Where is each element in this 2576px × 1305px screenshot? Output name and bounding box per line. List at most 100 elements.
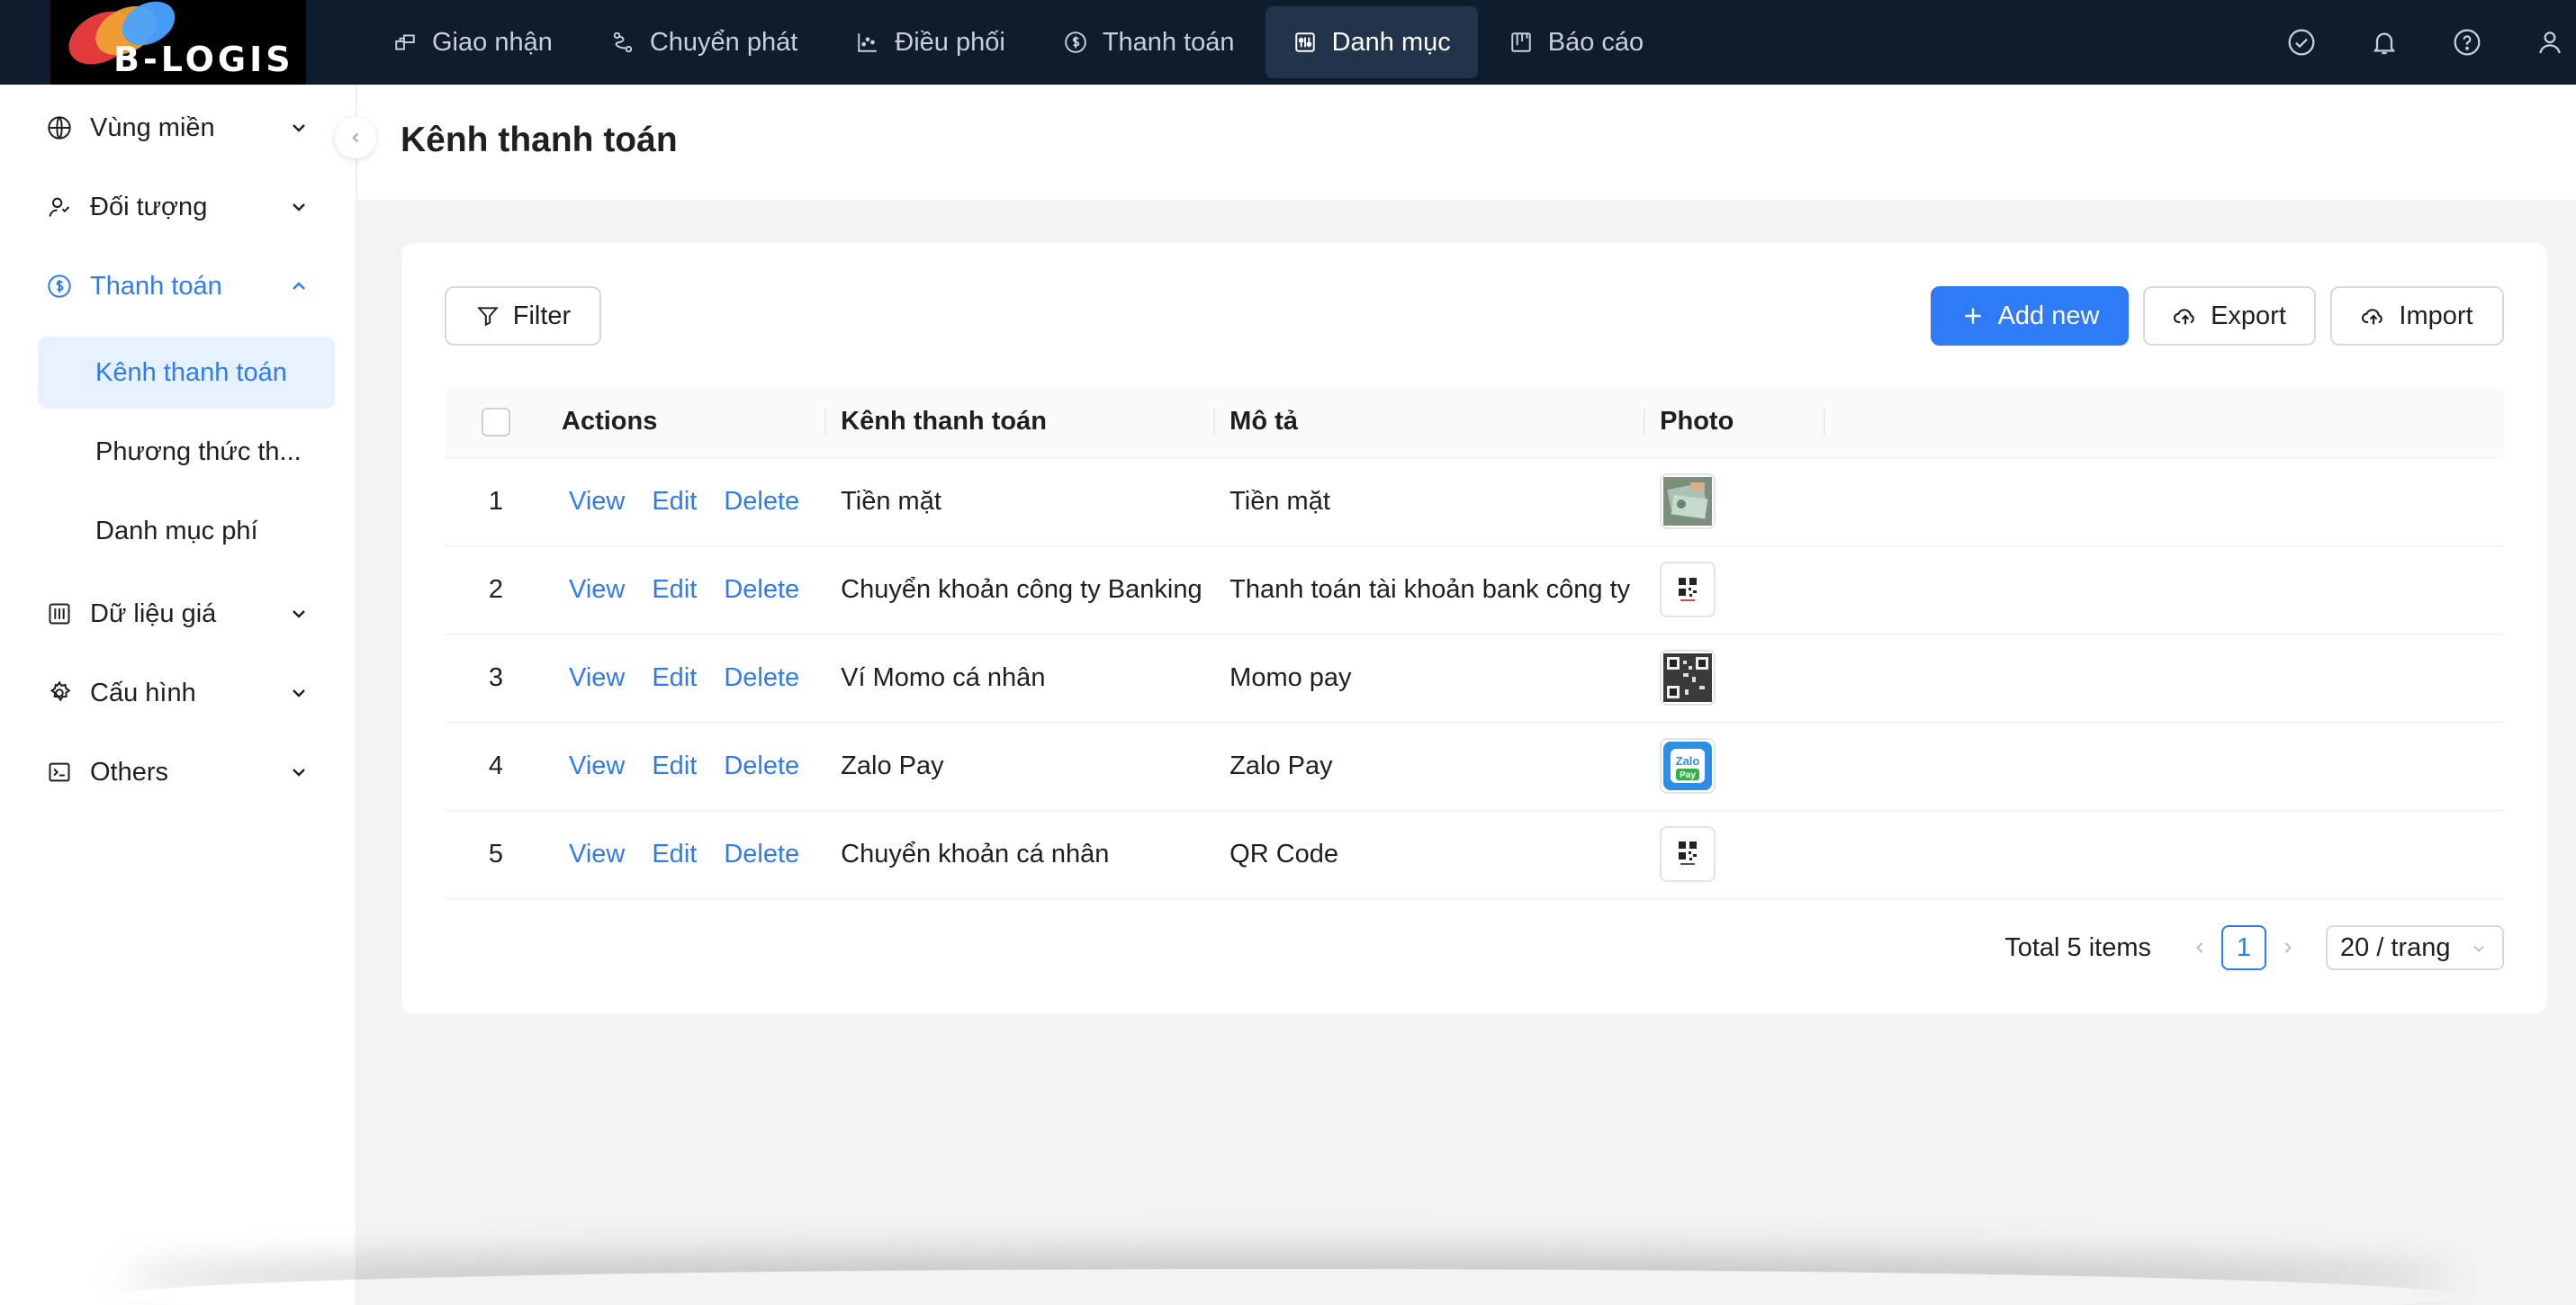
qr-photo[interactable]: [1660, 826, 1716, 882]
edit-link[interactable]: Edit: [652, 487, 697, 516]
row-channel: Chuyển khoản cá nhân: [826, 810, 1216, 899]
chevron-left-icon: [2196, 942, 2203, 953]
row-description: Tiền mặt: [1215, 457, 1646, 546]
row-description: Zalo Pay: [1215, 722, 1646, 811]
sidebar-item-others[interactable]: Others: [36, 740, 335, 805]
cash-photo[interactable]: [1660, 473, 1716, 529]
help-icon[interactable]: [2452, 27, 2482, 58]
view-link[interactable]: View: [569, 487, 625, 516]
sidebar-subitem-danh-muc-phi[interactable]: Danh mục phí: [38, 495, 335, 567]
prev-page-button[interactable]: [2189, 937, 2211, 958]
chevron-down-icon: [293, 769, 305, 777]
add-new-button-label: Add new: [1997, 301, 2100, 330]
nav-item-giao-nhan[interactable]: Giao nhận: [365, 6, 580, 78]
nav-item-danh-muc[interactable]: Danh mục: [1265, 6, 1478, 78]
delete-link[interactable]: Delete: [724, 840, 799, 868]
cloud-upload-icon: [2361, 303, 2386, 328]
header-description-label: Mô tả: [1229, 407, 1298, 436]
sidebar-collapse-button[interactable]: [335, 117, 376, 158]
header-photo-label: Photo: [1660, 407, 1734, 436]
row-filler: [1825, 545, 2504, 634]
edit-link[interactable]: Edit: [652, 840, 697, 868]
sidebar-item-label: Others: [90, 757, 169, 787]
header-actions: Actions: [547, 387, 827, 458]
sidebar-item-label: Đối tượng: [90, 192, 208, 221]
header-description: Mô tả: [1215, 387, 1646, 458]
nav-item-bao-cao[interactable]: Báo cáo: [1482, 6, 1671, 78]
header-channel: Kênh thanh toán: [826, 387, 1216, 458]
row-actions: View Edit Delete: [547, 545, 827, 634]
row-actions: View Edit Delete: [547, 722, 827, 811]
row-photo-cell: [1645, 545, 1826, 634]
sidebar-subitem-phuong-thuc[interactable]: Phương thức th...: [38, 416, 335, 488]
sidebar-item-du-lieu-gia[interactable]: Dữ liệu giá: [36, 581, 335, 646]
edit-link[interactable]: Edit: [652, 575, 697, 604]
page-size-value: 20 / trang: [2340, 932, 2451, 962]
view-link[interactable]: View: [569, 575, 625, 604]
row-number: 5: [445, 810, 547, 899]
table-row: 2 View Edit Delete Chuyển khoản công ty Ba…: [445, 545, 2504, 634]
chevron-up-icon: [293, 282, 305, 290]
chevron-down-icon: [2473, 945, 2484, 952]
view-link[interactable]: View: [569, 752, 625, 780]
bottom-shadow: [117, 1269, 2457, 1305]
sidebar-item-cau-hinh[interactable]: Cấu hình: [36, 661, 335, 725]
chevron-right-icon: [2284, 942, 2292, 953]
payment-channel-table: Actions Kênh thanh toán Mô tả Photo 1 Vi…: [445, 387, 2504, 899]
qr-photo[interactable]: [1660, 650, 1716, 706]
nav-item-thanh-toan[interactable]: Thanh toán: [1036, 6, 1262, 78]
page-size-select[interactable]: 20 / trang: [2326, 925, 2504, 970]
export-button[interactable]: Export: [2143, 286, 2316, 346]
edit-link[interactable]: Edit: [652, 752, 697, 780]
add-new-button[interactable]: Add new: [1931, 286, 2129, 346]
edit-link[interactable]: Edit: [652, 663, 697, 692]
check-circle-icon[interactable]: [2286, 27, 2317, 58]
chevron-down-icon: [293, 610, 305, 618]
delete-link[interactable]: Delete: [724, 663, 799, 692]
row-description: QR Code: [1215, 810, 1646, 899]
delete-link[interactable]: Delete: [724, 487, 799, 516]
logo-text: B-LOGIS: [113, 40, 294, 79]
table-header-row: Actions Kênh thanh toán Mô tả Photo: [445, 387, 2504, 458]
main-nav: Giao nhận Chuyển phát Điều phối Thanh to…: [365, 0, 1674, 85]
nav-item-label: Báo cáo: [1547, 27, 1644, 57]
sidebar-item-doi-tuong[interactable]: Đối tượng: [36, 175, 335, 239]
sidebar: Vùng miền Đối tượng Thanh toán Kênh than…: [0, 85, 356, 1305]
header-channel-label: Kênh thanh toán: [841, 407, 1047, 436]
row-actions: View Edit Delete: [547, 810, 827, 899]
nav-item-chuyen-phat[interactable]: Chuyển phát: [583, 6, 824, 78]
chevron-left-icon: [352, 132, 358, 143]
logo[interactable]: B-LOGIS: [50, 0, 306, 85]
nav-item-dieu-phoi[interactable]: Điều phối: [828, 6, 1032, 78]
pagination: Total 5 items 1 20 / trang: [2004, 923, 2504, 972]
cloud-upload-icon: [2173, 303, 2198, 328]
chevron-down-icon: [293, 203, 305, 212]
user-icon[interactable]: [2535, 27, 2565, 58]
handover-icon: [392, 30, 418, 55]
table-row: 5 View Edit Delete Chuyển khoản cá nhân QR…: [445, 810, 2504, 899]
sidebar-item-vung-mien[interactable]: Vùng miền: [36, 95, 335, 160]
table-row: 3 View Edit Delete Ví Momo cá nhân Momo pa…: [445, 634, 2504, 723]
filter-button[interactable]: Filter: [445, 286, 601, 346]
row-channel: Zalo Pay: [826, 722, 1216, 811]
select-all-checkbox[interactable]: [482, 407, 510, 436]
view-link[interactable]: View: [569, 840, 625, 868]
sidebar-item-thanh-toan[interactable]: Thanh toán: [36, 254, 335, 319]
row-actions: View Edit Delete: [547, 457, 827, 546]
bell-icon[interactable]: [2369, 27, 2400, 58]
nav-item-label: Thanh toán: [1102, 27, 1235, 57]
delete-link[interactable]: Delete: [724, 752, 799, 780]
table-row: 4 View Edit Delete Zalo Pay Zalo Pay Zalo …: [445, 722, 2504, 811]
next-page-button[interactable]: [2277, 937, 2299, 958]
sidebar-subitem-kenh-thanh-toan[interactable]: Kênh thanh toán: [38, 337, 335, 409]
qr-photo[interactable]: [1660, 562, 1716, 617]
zalopay-photo[interactable]: Zalo Pay: [1660, 738, 1716, 794]
row-number: 1: [445, 457, 547, 546]
filter-button-label: Filter: [512, 301, 572, 330]
view-link[interactable]: View: [569, 663, 625, 692]
row-description: Thanh toán tài khoản bank công ty: [1215, 545, 1646, 634]
page-1-button[interactable]: 1: [2221, 925, 2266, 970]
select-all-cell: [445, 387, 547, 458]
delete-link[interactable]: Delete: [724, 575, 799, 604]
import-button[interactable]: Import: [2330, 286, 2504, 346]
